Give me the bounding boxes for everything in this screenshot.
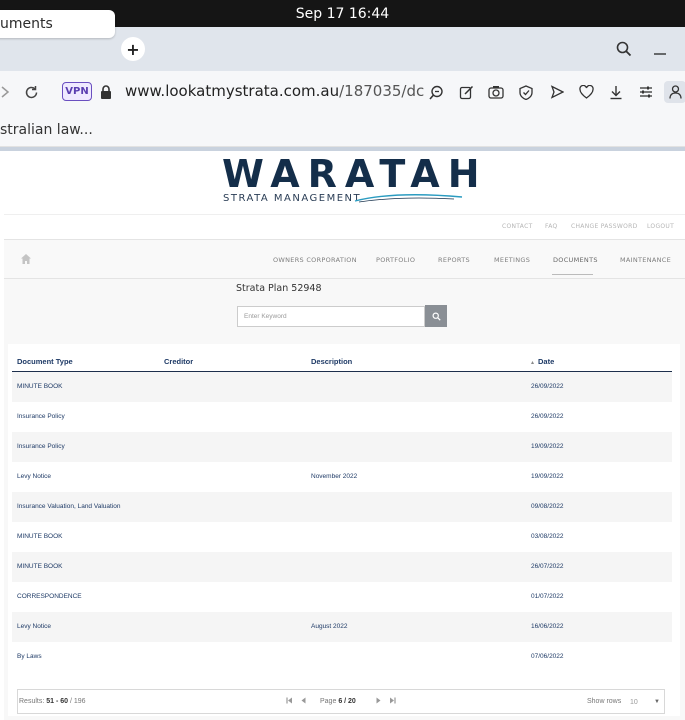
- table-row[interactable]: CORRESPONDENCE 01/07/2022: [12, 582, 672, 612]
- heart-icon[interactable]: [575, 81, 597, 103]
- next-page-icon[interactable]: [375, 697, 382, 706]
- contact-link[interactable]: CONTACT: [502, 223, 533, 230]
- results-range: 51 - 60: [46, 698, 69, 705]
- logo-swoosh-icon: [354, 194, 463, 203]
- url-text[interactable]: www.lookatmystrata.com.au/187035/dc: [125, 82, 424, 100]
- browser-tab[interactable]: uments: [0, 10, 115, 38]
- cell-date: 01/07/2022: [531, 593, 564, 600]
- cell-date: 26/09/2022: [531, 413, 564, 420]
- download-icon[interactable]: [605, 81, 627, 103]
- page-title: Strata Plan 52948: [236, 283, 322, 294]
- cell-document-type[interactable]: By Laws: [17, 653, 42, 660]
- cell-document-type[interactable]: Insurance Policy: [17, 443, 65, 450]
- faq-link[interactable]: FAQ: [545, 223, 558, 230]
- cell-document-type[interactable]: MINUTE BOOK: [17, 563, 63, 570]
- minimize-icon[interactable]: [649, 38, 671, 60]
- page-indicator: Page 6 / 20: [320, 698, 356, 705]
- table-row[interactable]: Insurance Valuation, Land Valuation 09/0…: [12, 492, 672, 522]
- header-document-type[interactable]: Document Type: [17, 357, 73, 366]
- bookmarks-bar: [0, 113, 685, 147]
- header-creditor[interactable]: Creditor: [164, 357, 193, 366]
- header-description[interactable]: Description: [311, 357, 352, 366]
- cell-description: November 2022: [311, 473, 358, 480]
- cell-date: 26/07/2022: [531, 563, 564, 570]
- nav-meetings[interactable]: MEETINGS: [494, 256, 530, 264]
- table-row[interactable]: By Laws 07/06/2022: [12, 642, 672, 672]
- cell-document-type[interactable]: Levy Notice: [17, 623, 51, 630]
- nav-maintenance[interactable]: MAINTENANCE: [620, 256, 671, 264]
- camera-icon[interactable]: [485, 81, 507, 103]
- rows-per-page-value: 10: [630, 698, 638, 706]
- browser-tab-title: uments: [0, 16, 53, 32]
- vpn-badge[interactable]: VPN: [62, 82, 92, 101]
- site-logo-subtitle: STRATA MANAGEMENT: [223, 193, 362, 204]
- table-row[interactable]: Levy Notice November 2022 19/09/2022: [12, 462, 672, 492]
- last-page-icon[interactable]: [389, 697, 396, 706]
- results-total: / 196: [70, 698, 86, 705]
- table-row[interactable]: MINUTE BOOK 03/08/2022: [12, 522, 672, 552]
- cell-document-type[interactable]: MINUTE BOOK: [17, 533, 63, 540]
- cell-date: 16/06/2022: [531, 623, 564, 630]
- results-label: Results:: [19, 698, 45, 705]
- cell-description: August 2022: [311, 623, 348, 630]
- table-row[interactable]: Levy Notice August 2022 16/06/2022: [12, 612, 672, 642]
- header-date[interactable]: Date: [538, 357, 554, 366]
- cell-date: 09/08/2022: [531, 503, 564, 510]
- nav-portfolio[interactable]: PORTFOLIO: [376, 256, 415, 264]
- settings-sliders-icon[interactable]: [635, 81, 657, 103]
- search-input[interactable]: [237, 306, 425, 327]
- bookmark-item[interactable]: stralian law...: [0, 122, 93, 138]
- forward-icon[interactable]: [0, 81, 16, 103]
- url-domain: www.lookatmystrata.com.au: [125, 82, 340, 100]
- site-header: WARATAH STRATA MANAGEMENT: [4, 151, 685, 214]
- new-tab-button[interactable]: +: [121, 37, 145, 61]
- nav-reports[interactable]: REPORTS: [438, 256, 470, 264]
- profile-icon[interactable]: [664, 81, 685, 103]
- cell-date: 03/08/2022: [531, 533, 564, 540]
- cell-date: 19/09/2022: [531, 473, 564, 480]
- results-summary: Results: 51 - 60 / 196: [19, 698, 86, 705]
- zoom-icon[interactable]: [425, 81, 447, 103]
- cell-document-type[interactable]: CORRESPONDENCE: [17, 593, 82, 600]
- change-password-link[interactable]: CHANGE PASSWORD: [571, 223, 638, 230]
- cell-document-type[interactable]: MINUTE BOOK: [17, 383, 63, 390]
- cell-date: 26/09/2022: [531, 383, 564, 390]
- home-icon[interactable]: [20, 253, 32, 265]
- table-row[interactable]: Insurance Policy 26/09/2022: [12, 402, 672, 432]
- show-rows-label: Show rows: [587, 698, 622, 705]
- shield-icon[interactable]: [515, 81, 537, 103]
- search-tabs-icon[interactable]: [613, 38, 635, 60]
- cell-date: 07/06/2022: [531, 653, 564, 660]
- cell-document-type[interactable]: Insurance Valuation, Land Valuation: [17, 503, 120, 510]
- nav-active-indicator: [552, 274, 593, 275]
- send-icon[interactable]: [546, 81, 568, 103]
- page-label: Page: [320, 698, 337, 705]
- cell-document-type[interactable]: Levy Notice: [17, 473, 51, 480]
- nav-documents[interactable]: DOCUMENTS: [553, 256, 598, 264]
- table-row[interactable]: Insurance Policy 19/09/2022: [12, 432, 672, 462]
- prev-page-icon[interactable]: [300, 697, 307, 706]
- cell-document-type[interactable]: Insurance Policy: [17, 413, 65, 420]
- page-value: 6 / 20: [338, 698, 356, 705]
- search-icon: [432, 312, 441, 321]
- table-row[interactable]: MINUTE BOOK 26/07/2022: [12, 552, 672, 582]
- nav-owners-corporation[interactable]: OWNERS CORPORATION: [273, 256, 357, 264]
- table-row[interactable]: MINUTE BOOK 26/09/2022: [12, 372, 672, 402]
- system-clock: Sep 17 16:44: [295, 5, 390, 22]
- logout-link[interactable]: LOGOUT: [647, 223, 674, 230]
- site-logo-word[interactable]: WARATAH: [222, 152, 488, 196]
- search-button[interactable]: [425, 305, 447, 327]
- first-page-icon[interactable]: [286, 697, 293, 706]
- web-page: WARATAH STRATA MANAGEMENT CONTACT FAQ CH…: [4, 151, 685, 720]
- cell-date: 19/09/2022: [531, 443, 564, 450]
- reload-icon[interactable]: [20, 81, 42, 103]
- url-path: /187035/dc: [339, 82, 425, 100]
- rows-per-page-select[interactable]: 10 ▼: [630, 695, 660, 709]
- lock-icon[interactable]: [95, 81, 117, 103]
- sort-icon[interactable]: ▴: [531, 359, 534, 366]
- chevron-down-icon: ▼: [654, 699, 660, 705]
- edit-icon[interactable]: [455, 81, 477, 103]
